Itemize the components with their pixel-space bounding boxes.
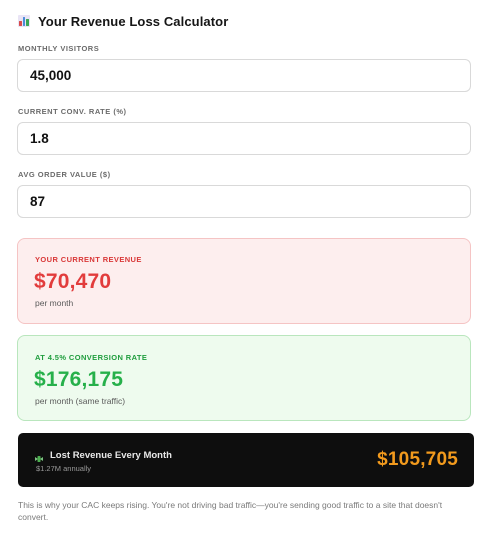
order-value-label: AVG ORDER VALUE ($) (18, 170, 111, 179)
lost-revenue-amount: $105,705 (377, 449, 458, 470)
conversion-rate-input[interactable]: 1.8 (17, 122, 471, 155)
target-revenue-label: AT 4.5% CONVERSION RATE (35, 353, 148, 362)
calculator-header: Your Revenue Loss Calculator (18, 12, 228, 30)
target-revenue-period: per month (same traffic) (35, 396, 126, 406)
bar-chart-icon (18, 15, 30, 27)
current-revenue-period: per month (35, 298, 74, 308)
target-revenue-amount: $176,175 (34, 368, 124, 391)
monthly-visitors-label: MONTHLY VISITORS (18, 44, 100, 53)
target-revenue-card: AT 4.5% CONVERSION RATE $176,175 per mon… (17, 335, 471, 421)
monthly-visitors-input[interactable]: 45,000 (17, 59, 471, 92)
current-revenue-card: YOUR CURRENT REVENUE $70,470 per month (17, 238, 471, 324)
calculator-title: Your Revenue Loss Calculator (38, 13, 229, 29)
lost-revenue-annual: $1.27M annually (36, 464, 92, 473)
lost-revenue-title: Lost Revenue Every Month (50, 450, 172, 461)
money-wings-icon (34, 451, 44, 462)
footnote-text: This is why your CAC keeps rising. You'r… (18, 500, 443, 522)
conversion-rate-label: CURRENT CONV. RATE (%) (18, 107, 127, 116)
current-revenue-amount: $70,470 (34, 270, 112, 293)
lost-revenue-title-row: Lost Revenue Every Month (34, 450, 172, 462)
order-value-input[interactable]: 87 (17, 185, 471, 218)
lost-revenue-banner: Lost Revenue Every Month $1.27M annually… (18, 433, 474, 487)
current-revenue-label: YOUR CURRENT REVENUE (35, 255, 142, 264)
